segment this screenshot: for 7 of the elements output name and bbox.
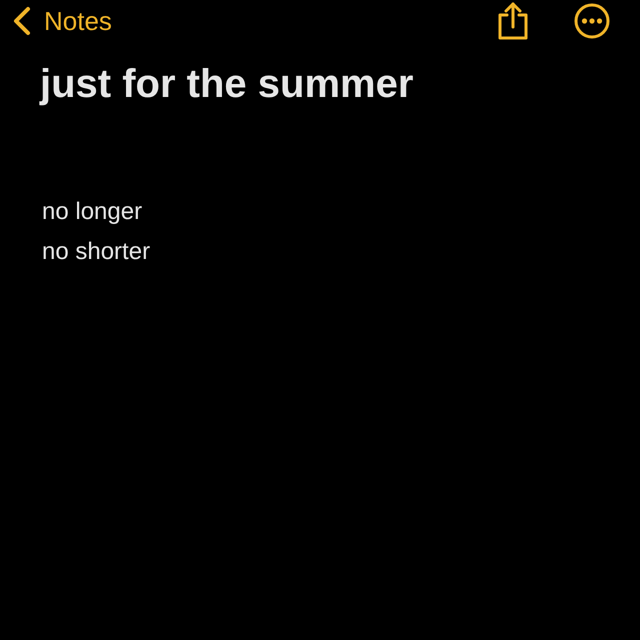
share-icon[interactable] bbox=[496, 1, 530, 41]
back-button[interactable]: Notes bbox=[12, 2, 112, 40]
note-title: just for the summer bbox=[40, 61, 414, 108]
more-icon[interactable] bbox=[574, 3, 610, 39]
note-line: no shorter bbox=[42, 237, 150, 267]
note-line: no longer bbox=[42, 197, 142, 227]
chevron-left-icon bbox=[12, 6, 32, 36]
